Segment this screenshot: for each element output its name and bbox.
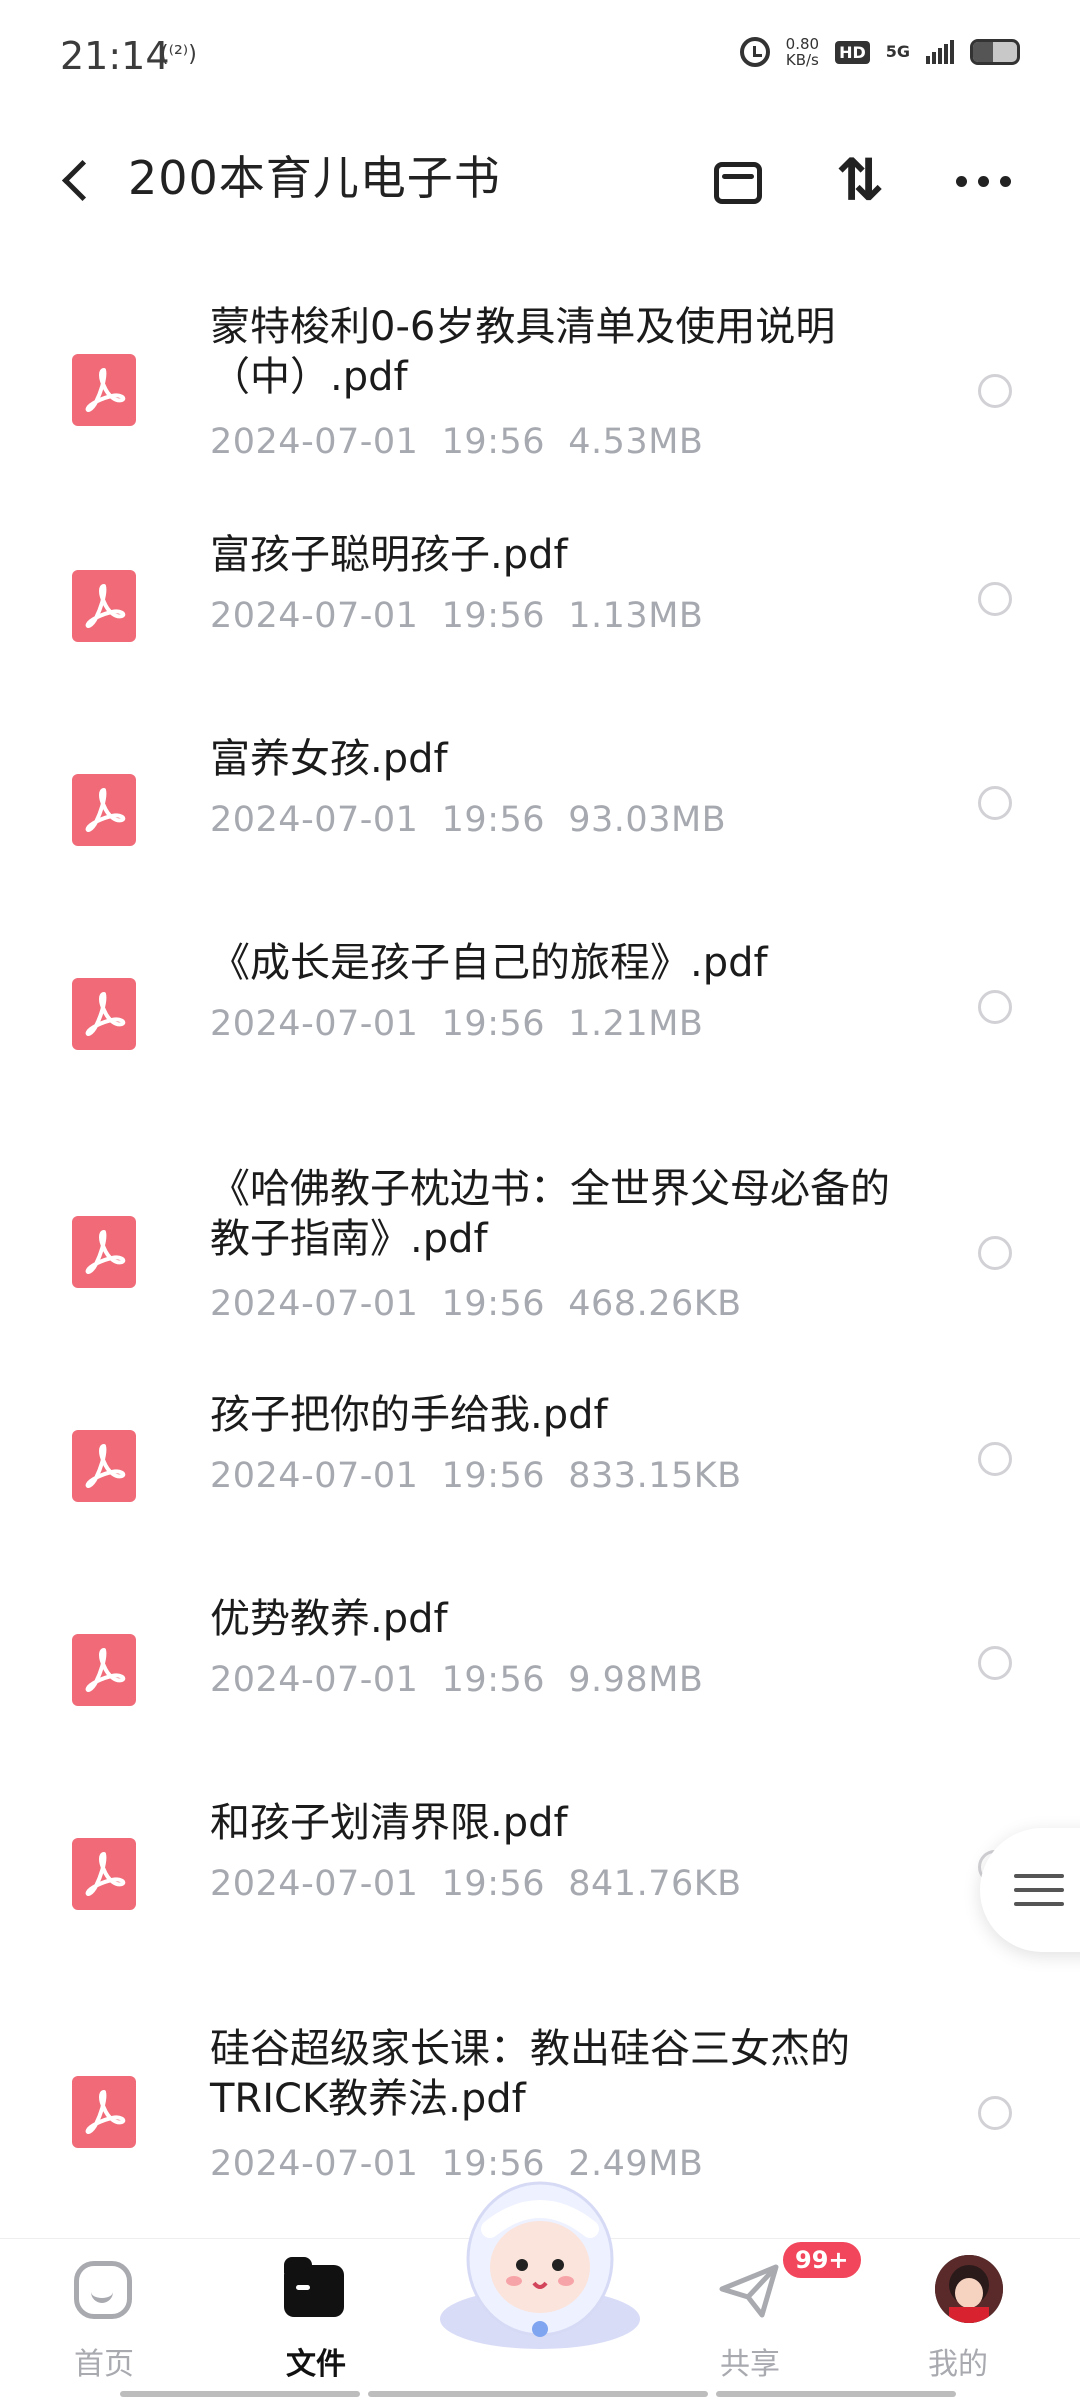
network-speed: 0.80 KB/s <box>786 36 819 68</box>
sort-icon[interactable]: ⇅ <box>828 148 892 212</box>
file-name: 硅谷超级家长课：教出硅谷三女杰的TRICK教养法.pdf <box>210 2026 850 2122</box>
tab-share-label: 共享 <box>720 2347 780 2382</box>
home-icon <box>74 2261 132 2319</box>
wifi-calling-icon: (⁽²⁾) <box>160 42 197 67</box>
alarm-icon <box>739 37 770 67</box>
gesture-bar <box>716 2391 956 2397</box>
file-name: 孩子把你的手给我.pdf <box>210 1392 608 1438</box>
archive-icon[interactable] <box>706 148 770 212</box>
pdf-icon <box>72 1838 136 1910</box>
file-meta: 2024-07-01 19:56 1.13MB <box>210 596 704 636</box>
folder-icon <box>284 2257 344 2317</box>
battery-icon <box>970 39 1020 65</box>
file-name: 富孩子聪明孩子.pdf <box>210 532 568 578</box>
pdf-icon <box>72 774 136 846</box>
pdf-icon <box>72 354 136 426</box>
more-icon[interactable] <box>952 148 1016 212</box>
list-item[interactable]: 富孩子聪明孩子.pdf 2024-07-01 19:56 1.13MB <box>0 530 1080 666</box>
status-time: 21:14 <box>60 34 170 78</box>
select-radio[interactable] <box>978 374 1012 408</box>
mascot-icon[interactable] <box>430 2169 650 2349</box>
pdf-icon <box>72 978 136 1050</box>
pdf-icon <box>72 1216 136 1288</box>
network-speed-unit: KB/s <box>785 51 819 69</box>
page-title: 200本育儿电子书 <box>128 151 501 205</box>
gesture-bar <box>120 2391 360 2397</box>
list-item[interactable]: 和孩子划清界限.pdf 2024-07-01 19:56 841.76KB <box>0 1798 1080 1934</box>
gesture-bar <box>368 2391 708 2397</box>
list-item[interactable]: 孩子把你的手给我.pdf 2024-07-01 19:56 833.15KB <box>0 1390 1080 1526</box>
file-name: 和孩子划清界限.pdf <box>210 1800 568 1846</box>
back-arrow-icon[interactable] <box>52 150 112 210</box>
select-radio[interactable] <box>978 1442 1012 1476</box>
avatar <box>935 2255 1003 2323</box>
file-name: 《成长是孩子自己的旅程》.pdf <box>210 940 768 986</box>
file-meta: 2024-07-01 19:56 9.98MB <box>210 1660 704 1700</box>
share-badge: 99+ <box>780 2239 864 2281</box>
select-radio[interactable] <box>978 786 1012 820</box>
file-name: 优势教养.pdf <box>210 1596 448 1642</box>
file-name: 《哈佛教子枕边书：全世界父母必备的教子指南》.pdf <box>210 1166 890 1262</box>
file-meta: 2024-07-01 19:56 841.76KB <box>210 1864 742 1904</box>
list-item[interactable]: 富养女孩.pdf 2024-07-01 19:56 93.03MB <box>0 734 1080 870</box>
top-bar: 200本育儿电子书 ⇅ <box>0 120 1080 240</box>
select-radio[interactable] <box>978 582 1012 616</box>
list-item[interactable]: 优势教养.pdf 2024-07-01 19:56 9.98MB <box>0 1594 1080 1730</box>
pdf-icon <box>72 1634 136 1706</box>
tab-files-label: 文件 <box>286 2347 346 2382</box>
tab-mine-label: 我的 <box>928 2347 988 2382</box>
status-bar: 21:14 (⁽²⁾) 0.80 KB/s HD 5G <box>0 0 1080 120</box>
select-radio[interactable] <box>978 990 1012 1024</box>
bottom-nav: 首页 文件 共享 99+ 我的 <box>0 2181 1080 2401</box>
network-type: 5G <box>885 42 910 61</box>
send-icon <box>719 2264 779 2318</box>
file-name: 富养女孩.pdf <box>210 736 448 782</box>
pdf-icon <box>72 570 136 642</box>
tab-mine[interactable]: 我的 <box>878 2255 1038 2382</box>
file-meta: 2024-07-01 19:56 1.21MB <box>210 1004 704 1044</box>
list-item[interactable]: 《哈佛教子枕边书：全世界父母必备的教子指南》.pdf 2024-07-01 19:… <box>0 1164 1080 1348</box>
file-meta: 2024-07-01 19:56 4.53MB <box>210 422 704 462</box>
list-item[interactable]: 《成长是孩子自己的旅程》.pdf 2024-07-01 19:56 1.21MB <box>0 938 1080 1074</box>
pdf-icon <box>72 1430 136 1502</box>
file-name: 蒙特梭利0-6岁教具清单及使用说明（中）.pdf <box>210 304 836 400</box>
tab-home-label: 首页 <box>74 2347 134 2382</box>
hd-icon: HD <box>835 40 870 64</box>
file-meta: 2024-07-01 19:56 93.03MB <box>210 800 727 840</box>
file-meta: 2024-07-01 19:56 833.15KB <box>210 1456 742 1496</box>
select-radio[interactable] <box>978 1236 1012 1270</box>
pdf-icon <box>72 2076 136 2148</box>
signal-icon <box>926 40 954 64</box>
select-radio[interactable] <box>978 2096 1012 2130</box>
tab-home[interactable]: 首页 <box>24 2255 184 2382</box>
tab-files[interactable]: 文件 <box>236 2255 396 2382</box>
file-meta: 2024-07-01 19:56 468.26KB <box>210 1284 742 1324</box>
list-item[interactable]: 蒙特梭利0-6岁教具清单及使用说明（中）.pdf 2024-07-01 19:56… <box>0 302 1080 486</box>
select-radio[interactable] <box>978 1646 1012 1680</box>
